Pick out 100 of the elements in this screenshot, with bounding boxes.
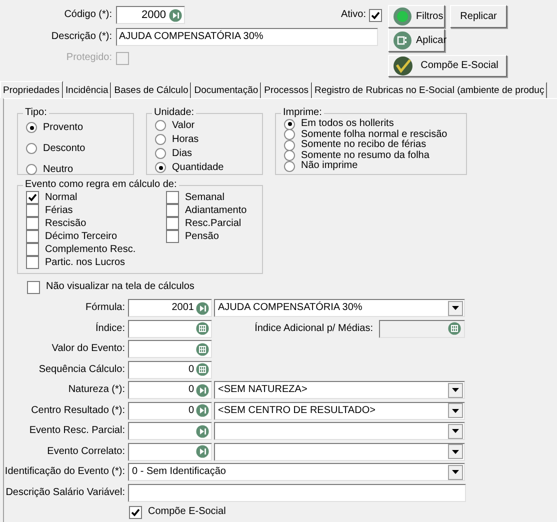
tab[interactable]: Registro de Rubricas no E-Social (ambiente de produç [312,82,548,98]
dropdown-field[interactable] [214,422,465,440]
radio-button[interactable] [284,129,295,140]
checkbox-label: Partic. nos Lucros [45,256,126,268]
radio-button[interactable] [284,118,295,130]
radio-label: Horas [172,134,199,146]
tab[interactable]: Propriedades [0,81,63,98]
code-field[interactable] [128,320,212,338]
checkbox-label: Décimo Terceiro [45,230,118,242]
tab[interactable]: Documentação [191,82,262,98]
radio-label: Provento [43,122,84,134]
radio-button[interactable] [284,160,295,172]
radio-button[interactable] [155,148,166,159]
code-field[interactable] [128,442,212,461]
radio-label: Somente no recibo de férias [301,139,426,150]
dropdown-field[interactable]: 0 - Sem Identificação [128,463,465,482]
field-label: Descrição Salário Variável: [4,486,126,499]
calculator-icon[interactable] [196,322,209,336]
group-title: Tipo: [24,107,48,119]
checkbox-label: Adiantamento [185,204,247,216]
checkbox-label: Complemento Resc. [45,244,136,256]
checkbox[interactable] [129,506,142,518]
field-label: Sequência Cálculo: [38,364,126,376]
toolbar-button[interactable]: Filtros [388,5,445,28]
dropdown-field[interactable]: <SEM NATUREZA> [214,381,465,400]
radio-button[interactable] [26,143,37,154]
radio-label: Dias [172,148,192,160]
checkbox[interactable] [166,191,179,204]
checkbox-label: Rescisão [45,218,86,230]
code-field[interactable]: 2000 [116,6,185,24]
checkbox[interactable] [26,230,39,243]
checkbox[interactable] [26,217,39,230]
field-label: Centro Resultado (*): [30,404,126,417]
apply-icon [393,31,412,50]
checkbox-label: Normal [45,192,78,204]
checkbox[interactable] [26,191,39,204]
tab[interactable]: Processos [261,82,312,98]
checkbox-label: Semanal [185,192,224,204]
text-field[interactable] [128,484,466,502]
checkbox[interactable] [369,8,382,22]
field-value: 0 [188,404,194,417]
dropdown-field[interactable]: <SEM CENTRO DE RESULTADO> [214,402,465,420]
status-light-icon [393,7,412,26]
radio-button[interactable] [155,134,166,145]
radio-button[interactable] [26,122,37,133]
checkbox[interactable] [26,204,39,217]
field-label: Índice: [94,322,126,335]
dropdown-value: 0 - Sem Identificação [132,466,226,478]
field-value: 2001 [172,302,194,314]
field-label: Ativo: [340,9,367,21]
checkbox[interactable] [166,204,179,217]
field-label: Evento Resc. Parcial: [28,425,126,438]
radio-label: Somente no resumo da folha [301,150,430,161]
calculator-icon[interactable] [196,342,209,356]
radio-label: Quantidade [172,162,224,174]
radio-label: Desconto [43,142,86,154]
radio-label: Não imprime [301,160,358,172]
dropdown-value: <SEM NATUREZA> [218,384,308,396]
checkbox[interactable] [166,230,179,243]
group-title: Evento como regra em cálculo de: [24,179,178,191]
checkmark-icon [393,56,413,76]
dropdown-value: <SEM CENTRO DE RESULTADO> [218,404,376,417]
toolbar-button[interactable]: Replicar [450,5,507,28]
radio-button[interactable] [284,140,295,151]
code-field[interactable] [128,422,212,440]
field-label: Fórmula: [84,302,126,314]
field-label: Protegido: [65,52,113,64]
code-field[interactable]: 0 [128,381,212,400]
checkbox[interactable] [26,243,39,256]
dropdown-field[interactable] [214,442,465,461]
radio-button[interactable] [26,164,37,175]
checkbox[interactable] [27,280,40,294]
code-field[interactable]: 0 [128,360,212,379]
radio-button[interactable] [155,162,166,173]
group-title: Imprime: [282,107,323,118]
calculator-icon[interactable] [196,363,209,376]
field-label: Natureza (*): [67,384,126,396]
radio-label: Em todos os hollerits [301,118,394,130]
checkbox[interactable] [166,217,179,230]
field-label: Índice Adicional p/ Médias: [254,322,374,335]
dropdown-value: AJUDA COMPENSATÓRIA 30% [218,302,362,314]
checkbox[interactable] [26,256,39,269]
group-title: Unidade: [153,107,196,119]
field-label: Evento Correlato: [46,446,126,458]
radio-button[interactable] [155,120,166,131]
radio-button[interactable] [284,150,295,162]
checkbox-label: Pensão [185,230,219,242]
tab[interactable]: Incidência [62,82,112,98]
field-value: 0 [188,384,194,396]
text-field[interactable]: AJUDA COMPENSATÓRIA 30% [116,28,378,46]
code-field[interactable] [128,340,212,358]
field-label: Descrição (*): [50,31,113,43]
tab[interactable]: Bases de Cálculo [111,82,192,98]
code-field[interactable]: 2001 [128,299,212,318]
field-value: 2000 [142,9,166,21]
checkbox-label: Compõe E-Social [148,506,226,518]
checkbox-label: Resc.Parcial [185,218,242,230]
toolbar-button[interactable]: Compõe E-Social [388,55,507,77]
code-field[interactable]: 0 [128,402,212,420]
dropdown-field[interactable]: AJUDA COMPENSATÓRIA 30% [214,299,465,318]
